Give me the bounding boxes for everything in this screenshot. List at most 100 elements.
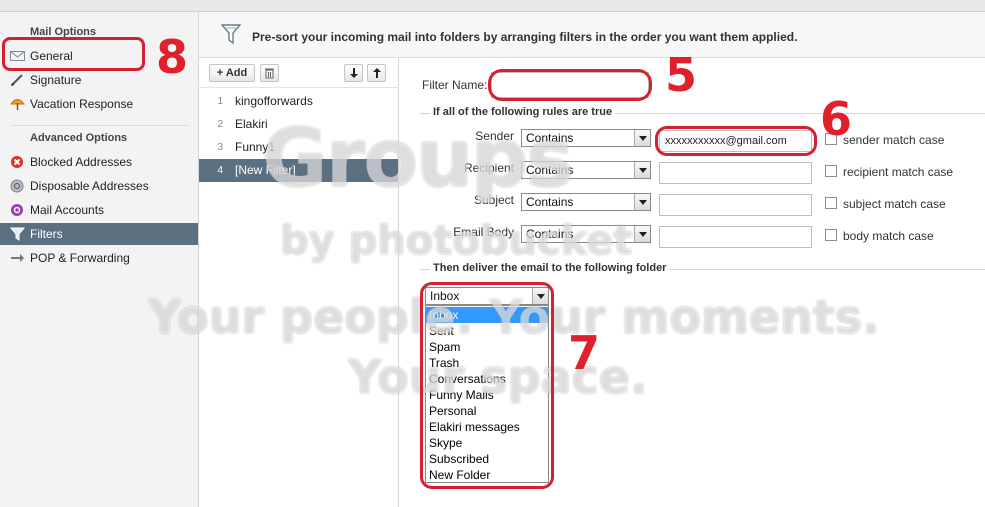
folder-option-conversations[interactable]: Conversations bbox=[426, 371, 548, 387]
sidebar-item-vacation-response[interactable]: Vacation Response bbox=[0, 93, 198, 115]
filter-name-label: Filter Name: bbox=[422, 78, 488, 92]
options-sidebar: Mail Options General Signature Vacation … bbox=[0, 12, 199, 507]
select-value: Contains bbox=[526, 227, 574, 241]
select-value: Inbox bbox=[430, 289, 460, 303]
rules-group-title: If all of the following rules are true bbox=[430, 106, 616, 118]
sidebar-item-label: Disposable Addresses bbox=[30, 179, 149, 193]
delete-filter-button[interactable] bbox=[260, 64, 279, 82]
sender-match-case-checkbox[interactable] bbox=[825, 133, 837, 145]
email-body-operator-select[interactable]: Contains bbox=[521, 225, 651, 243]
body-match-case-label: body match case bbox=[843, 229, 934, 243]
email-body-value-input[interactable] bbox=[659, 226, 812, 248]
top-bar bbox=[0, 0, 985, 12]
chevron-down-icon bbox=[634, 226, 650, 242]
folder-option-subscribed[interactable]: Subscribed bbox=[426, 451, 548, 467]
folder-option-inbox[interactable]: Inbox bbox=[426, 307, 548, 323]
sidebar-divider bbox=[10, 125, 190, 126]
envelope-icon bbox=[10, 51, 25, 61]
chevron-down-icon bbox=[634, 130, 650, 146]
filter-name: [New Filter] bbox=[235, 163, 296, 177]
mail-options-title: Mail Options bbox=[30, 26, 96, 38]
folder-option-trash[interactable]: Trash bbox=[426, 355, 548, 371]
filter-name: kingofforwards bbox=[235, 94, 313, 108]
filter-list-item[interactable]: 3 Funny1 bbox=[199, 136, 398, 159]
recipient-match-case-label: recipient match case bbox=[843, 165, 954, 179]
chevron-down-icon bbox=[634, 162, 650, 178]
recipient-operator-select[interactable]: Contains bbox=[521, 161, 651, 179]
funnel-icon bbox=[10, 227, 25, 241]
folder-option-spam[interactable]: Spam bbox=[426, 339, 548, 355]
disposable-icon bbox=[10, 179, 24, 193]
forward-arrow-icon bbox=[11, 254, 24, 262]
arrow-up-icon bbox=[372, 68, 381, 78]
folder-option-personal[interactable]: Personal bbox=[426, 403, 548, 419]
filter-list-panel: + Add 1 kingofforwards 2 Elakiri 3 Funny… bbox=[199, 58, 399, 507]
select-value: Contains bbox=[526, 131, 574, 145]
sidebar-item-label: POP & Forwarding bbox=[30, 251, 130, 265]
filter-list-toolbar: + Add bbox=[199, 58, 399, 88]
destination-folder-select[interactable]: Inbox bbox=[425, 287, 549, 305]
subject-match-case-label: subject match case bbox=[843, 197, 946, 211]
filter-number: 2 bbox=[217, 119, 223, 130]
arrow-down-icon bbox=[349, 68, 358, 78]
sender-operator-select[interactable]: Contains bbox=[521, 129, 651, 147]
sidebar-item-mail-accounts[interactable]: Mail Accounts bbox=[0, 199, 198, 221]
page-description: Pre-sort your incoming mail into folders… bbox=[252, 30, 798, 44]
folder-option-skype[interactable]: Skype bbox=[426, 435, 548, 451]
filter-name-input[interactable] bbox=[491, 72, 649, 98]
subject-match-case-checkbox[interactable] bbox=[825, 197, 837, 209]
recipient-label: Recipient bbox=[463, 161, 514, 175]
subject-label: Subject bbox=[473, 193, 514, 207]
sidebar-item-label: Filters bbox=[30, 227, 63, 241]
filter-number: 3 bbox=[217, 142, 223, 153]
sender-label: Sender bbox=[475, 129, 514, 143]
filter-list-item[interactable]: 1 kingofforwards bbox=[199, 90, 398, 113]
folder-option-new-folder[interactable]: New Folder bbox=[426, 467, 548, 483]
folder-option-funny-mails[interactable]: Funny Mails bbox=[426, 387, 548, 403]
add-filter-button[interactable]: + Add bbox=[209, 64, 255, 82]
body-match-case-checkbox[interactable] bbox=[825, 229, 837, 241]
filter-name: Funny1 bbox=[235, 140, 276, 154]
sidebar-item-label: Mail Accounts bbox=[30, 203, 105, 217]
advanced-options-title: Advanced Options bbox=[30, 132, 128, 144]
filter-name: Elakiri bbox=[235, 117, 268, 131]
sidebar-item-pop-forwarding[interactable]: POP & Forwarding bbox=[0, 247, 198, 269]
deliver-group-title: Then deliver the email to the following … bbox=[430, 262, 670, 274]
sender-match-case-label: sender match case bbox=[843, 133, 945, 147]
pen-icon bbox=[11, 74, 23, 86]
folder-dropdown-list: Inbox Sent Spam Trash Conversations Funn… bbox=[425, 305, 549, 483]
move-up-button[interactable] bbox=[367, 64, 386, 82]
sidebar-item-label: Vacation Response bbox=[30, 97, 134, 111]
trash-icon bbox=[265, 68, 274, 79]
sidebar-item-label: Signature bbox=[30, 73, 82, 87]
filter-number: 4 bbox=[217, 165, 223, 176]
chevron-down-icon bbox=[532, 288, 548, 304]
subject-operator-select[interactable]: Contains bbox=[521, 193, 651, 211]
recipient-match-case-checkbox[interactable] bbox=[825, 165, 837, 177]
sidebar-item-blocked-addresses[interactable]: Blocked Addresses bbox=[0, 151, 198, 173]
sidebar-item-filters[interactable]: Filters bbox=[0, 223, 198, 245]
funnel-icon bbox=[221, 24, 241, 45]
folder-option-sent[interactable]: Sent bbox=[426, 323, 548, 339]
blocked-icon bbox=[11, 156, 23, 168]
chevron-down-icon bbox=[634, 194, 650, 210]
sidebar-item-signature[interactable]: Signature bbox=[0, 69, 198, 91]
filter-number: 1 bbox=[217, 96, 223, 107]
recipient-value-input[interactable] bbox=[659, 162, 812, 184]
mail-accounts-icon bbox=[11, 204, 23, 216]
filter-list-item-selected[interactable]: 4 [New Filter] bbox=[199, 159, 398, 182]
select-value: Contains bbox=[526, 195, 574, 209]
select-value: Contains bbox=[526, 163, 574, 177]
beach-umbrella-icon bbox=[10, 99, 25, 110]
sidebar-item-label: General bbox=[30, 49, 73, 63]
filter-list-item[interactable]: 2 Elakiri bbox=[199, 113, 398, 136]
subject-value-input[interactable] bbox=[659, 194, 812, 216]
sidebar-item-general[interactable]: General bbox=[0, 45, 198, 67]
sender-value-input[interactable] bbox=[659, 130, 812, 152]
email-body-label: Email Body bbox=[453, 225, 514, 239]
move-down-button[interactable] bbox=[344, 64, 363, 82]
sidebar-item-disposable-addresses[interactable]: Disposable Addresses bbox=[0, 175, 198, 197]
page-header: Pre-sort your incoming mail into folders… bbox=[199, 12, 985, 58]
folder-option-elakiri-messages[interactable]: Elakiri messages bbox=[426, 419, 548, 435]
sidebar-item-label: Blocked Addresses bbox=[30, 155, 133, 169]
